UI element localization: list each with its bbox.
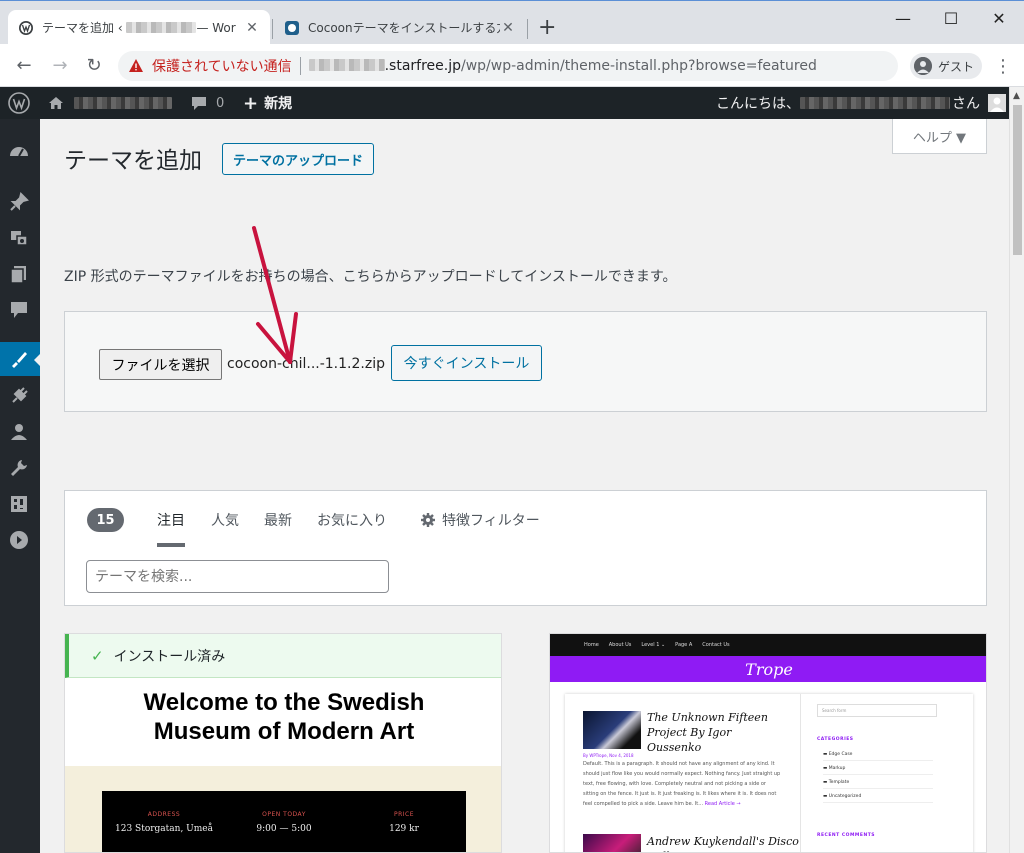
theme-preview-nav: Home About Us Level 1 ⌄ Page A Contact Us (550, 634, 986, 656)
post-title: The Unknown Fifteen Project By Igor Ouss… (647, 711, 768, 754)
new-tab-icon[interactable]: + (538, 15, 556, 40)
category-item: ▬ Markup (823, 766, 933, 775)
appearance-brush-icon[interactable] (8, 348, 30, 370)
theme-card-trope[interactable]: Home About Us Level 1 ⌄ Page A Contact Us Tr… (549, 633, 987, 853)
tab-title: テーマを追加 ‹ — Wor (42, 21, 236, 35)
wordpress-favicon-icon (19, 20, 33, 35)
post-meta: By WPTrope, Nov 4, 2018 (583, 753, 634, 758)
scroll-up-icon[interactable]: ▲ (1013, 91, 1020, 101)
page-title: テーマを追加 (64, 148, 202, 174)
maximize-icon[interactable]: ☐ (928, 5, 974, 33)
choose-file-button[interactable]: ファイルを選択 (99, 349, 222, 380)
install-now-button[interactable]: 今すぐインストール (391, 345, 542, 381)
theme-preview-body: The Unknown Fifteen Project By Igor Ouss… (565, 694, 973, 852)
upload-theme-button[interactable]: テーマのアップロード (222, 143, 375, 175)
help-button[interactable]: ヘルプ ▼ (892, 119, 987, 154)
feature-filter-button[interactable]: 特徴フィルター (420, 510, 540, 530)
categories-heading: CATEGORIES (817, 737, 854, 742)
tab-featured[interactable]: 注目 (157, 510, 185, 530)
media-icon[interactable] (8, 227, 30, 249)
admin-sidebar (0, 119, 42, 853)
menu-kebab-icon[interactable]: ⋮ (994, 56, 1012, 77)
recent-comments-heading: RECENT COMMENTS (817, 833, 876, 838)
theme-preview-headline: Welcome to the Swedish Museum of Modern … (143, 689, 425, 745)
tab-latest[interactable]: 最新 (264, 510, 292, 530)
users-icon[interactable] (8, 421, 30, 443)
theme-preview-sidebar: Search form CATEGORIES ▬ Edge Case ▬ Mar… (800, 694, 973, 852)
preview-search: Search form (817, 704, 937, 717)
category-item: ▬ Template (823, 780, 933, 789)
gear-icon (421, 513, 435, 527)
theme-filter-bar: 15 注目 人気 最新 お気に入り 特徴フィルター (64, 490, 987, 606)
warning-icon (129, 59, 143, 72)
new-label: 新規 (264, 96, 293, 112)
post-thumbnail (583, 711, 641, 749)
upload-description: ZIP 形式のテーマファイルをお持ちの場合、こちらからアップロードしてインストー… (64, 269, 677, 285)
browser-toolbar: ← → ↻ 保護されていない通信 .starfree.jp/wp/wp-admi… (0, 44, 1024, 87)
installed-notice: ✓ インストール済み (65, 634, 501, 678)
site-name-link[interactable] (48, 87, 172, 119)
tab-close-icon[interactable]: ✕ (500, 20, 516, 36)
user-avatar-icon (988, 94, 1006, 112)
theme-search-input[interactable] (86, 560, 389, 593)
comments-count: 0 (216, 95, 225, 111)
posts-pin-icon[interactable] (8, 191, 30, 213)
annotation-arrow-icon (252, 226, 298, 364)
tab-close-icon[interactable]: ✕ (244, 20, 260, 36)
tab-popular[interactable]: 人気 (211, 510, 239, 530)
wp-admin-bar: 0 + 新規 こんにちは、 さん (0, 87, 1009, 119)
home-icon (49, 97, 63, 109)
profile-label: ゲスト (938, 59, 975, 74)
category-item: ▬ Edge Case (823, 752, 933, 761)
settings-icon[interactable] (8, 493, 30, 515)
forward-icon[interactable]: → (48, 54, 72, 78)
wordpress-logo-icon[interactable] (8, 87, 30, 119)
comments-link[interactable]: 0 (190, 87, 224, 119)
minimize-icon[interactable]: — (880, 5, 926, 33)
comments-icon[interactable] (8, 299, 30, 321)
tab-favorites[interactable]: お気に入り (317, 510, 387, 530)
tools-wrench-icon[interactable] (8, 457, 30, 479)
page-scrollbar[interactable]: ▲ (1009, 87, 1024, 853)
my-account-link[interactable]: こんにちは、 さん (716, 87, 1006, 119)
url-text: .starfree.jp/wp/wp-admin/theme-install.p… (308, 58, 817, 74)
checkmark-icon: ✓ (91, 646, 104, 665)
browser-tab-bar: テーマを追加 ‹ — Wor ✕ Cocoonテーマをインストールする方法 ✕ … (0, 0, 1024, 45)
post-title: Andrew Kuykendall's Disco Dolls (647, 835, 799, 852)
cocoon-favicon-icon (285, 20, 299, 35)
comment-bubble-icon (192, 97, 206, 110)
collapse-menu-icon[interactable] (8, 529, 30, 551)
theme-card-installed[interactable]: ✓ インストール済み Welcome to the Swedish Museum… (64, 633, 502, 853)
theme-count-badge: 15 (87, 508, 124, 532)
omnibox[interactable]: 保護されていない通信 .starfree.jp/wp/wp-admin/them… (118, 51, 898, 81)
reload-icon[interactable]: ↻ (82, 54, 106, 78)
theme-preview-site-title: Trope (550, 656, 986, 682)
avatar-icon (914, 57, 932, 75)
upload-form: ファイルを選択 cocoon-chil...-1.1.2.zip 今すぐインスト… (64, 311, 987, 412)
post-excerpt: Default. This is a paragraph. It should … (583, 761, 781, 807)
dashboard-icon[interactable] (8, 141, 30, 163)
security-label: 保護されていない通信 (152, 59, 292, 75)
tab-title: Cocoonテーマをインストールする方法 (308, 21, 500, 35)
new-content-link[interactable]: + 新規 (243, 87, 292, 119)
tab-cocoon-guide[interactable]: Cocoonテーマをインストールする方法 ✕ (274, 10, 526, 45)
category-item: ▬ Uncategorized (823, 794, 933, 803)
tab-theme-install[interactable]: テーマを追加 ‹ — Wor ✕ (8, 10, 270, 45)
plugins-icon[interactable] (8, 385, 30, 407)
theme-preview-info-block: ADDRESS 123 Storgatan, Umeå OPEN TODAY 9:0… (102, 791, 466, 852)
profile-button[interactable]: ゲスト (910, 53, 983, 79)
plus-icon: + (243, 92, 259, 114)
back-icon[interactable]: ← (12, 54, 36, 78)
pages-icon[interactable] (8, 263, 30, 285)
window-close-icon[interactable]: ✕ (976, 5, 1022, 33)
scroll-thumb[interactable] (1013, 105, 1022, 255)
post-thumbnail (583, 834, 641, 852)
